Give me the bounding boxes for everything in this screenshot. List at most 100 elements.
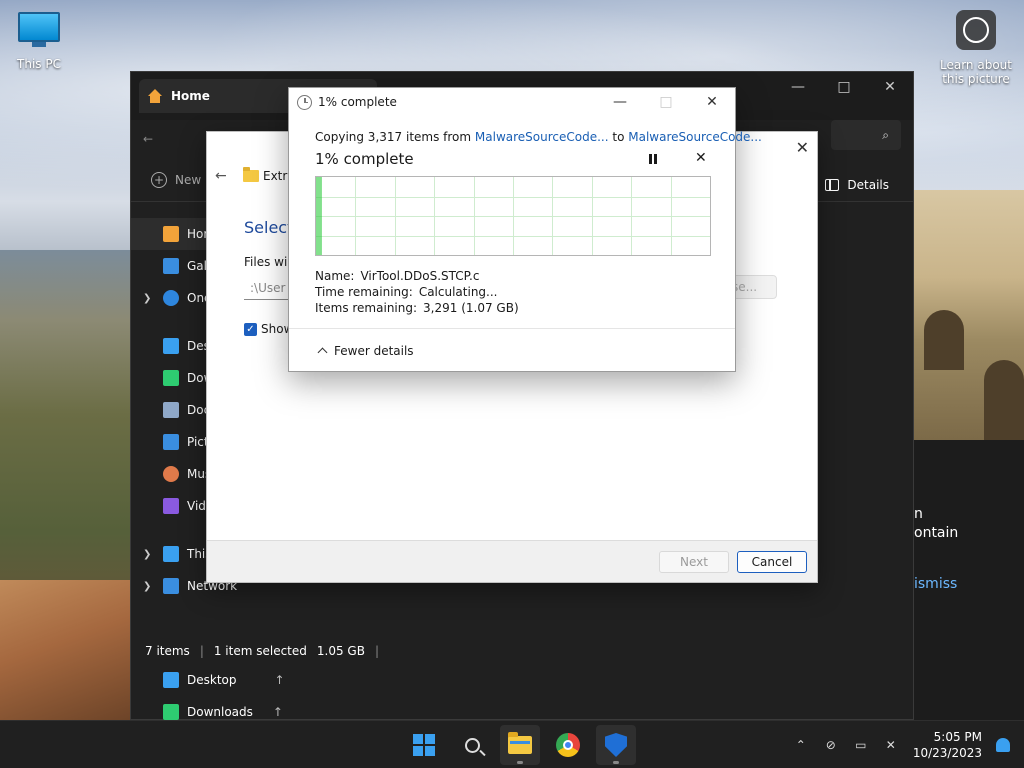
close-icon[interactable]: ✕ [796,138,809,157]
copying-to: to [608,130,629,144]
cancel-button[interactable]: Cancel [737,551,807,573]
copy-progress-dialog: 1% complete — □ ✕ Copying 3,317 items fr… [288,87,762,372]
quick-access-desktop[interactable]: Desktop ↑ [131,664,289,696]
details-pane-text: n [914,506,923,522]
status-size: 1.05 GB [316,644,365,658]
gallery-icon [163,258,179,274]
details-label: Details [847,178,889,192]
start-button[interactable] [404,725,444,765]
clock-icon [297,94,312,110]
show-files-checkbox[interactable]: ✓ Show [244,322,293,336]
download-icon [163,704,179,720]
explorer-quick-access: Desktop ↑ Downloads ↑ [131,664,289,728]
minimize-button[interactable]: — [775,72,821,102]
chevron-up-icon[interactable]: ⌃ [793,738,809,752]
wallpaper-cliff [0,580,130,720]
monitor-icon [18,12,60,42]
zip-folder-icon [243,167,259,182]
stop-button[interactable]: ✕ [695,150,707,166]
desktop-icon [163,338,179,354]
wizard-heading: Select [244,218,294,237]
home-icon [147,89,163,103]
taskbar-search-button[interactable] [452,725,492,765]
monitor-stand [32,42,46,47]
learn-label-line2: this picture [942,72,1010,86]
search-icon [464,737,480,753]
dismiss-link[interactable]: ismiss [914,576,957,592]
new-button[interactable]: New [175,173,201,187]
camera-lens [963,17,989,43]
taskbar-chrome[interactable] [548,725,588,765]
display-icon[interactable]: ▭ [853,738,869,752]
network-icon [163,578,179,594]
dialog-divider [289,328,735,329]
chevron-right-icon[interactable]: ❯ [143,293,151,304]
taskbar: ⌃ ⊘ ▭ ✕ 5:05 PM 10/23/2023 [0,720,1024,768]
chevron-up-icon [317,347,328,358]
copying-prefix: Copying 3,317 items from [315,130,475,144]
sidebar-item-label: Desktop [187,673,237,687]
pause-button[interactable] [649,154,659,164]
detail-row-name: Name: VirTool.DDoS.STCP.c [315,268,519,284]
desktop-icon-this-pc[interactable]: This PC [10,10,68,71]
wallpaper-arch [984,360,1024,440]
notification-bell-icon[interactable] [996,738,1010,752]
details-pane-text: ontain [914,525,959,541]
chevron-right-icon[interactable]: ❯ [143,549,151,560]
explorer-status-bar: 7 items | 1 item selected 1.05 GB | [131,639,913,663]
close-button[interactable]: ✕ [689,88,735,116]
progress-window-title: 1% complete [318,95,397,109]
explorer-window-controls: — □ ✕ [775,72,913,102]
taskbar-file-explorer[interactable] [500,725,540,765]
taskbar-clock[interactable]: 5:05 PM 10/23/2023 [913,729,982,761]
close-button[interactable]: ✕ [867,72,913,102]
minimize-button[interactable]: — [597,88,643,116]
details-pane-icon [825,179,840,191]
wallpaper-arch [924,310,964,370]
back-arrow-icon[interactable]: ← [143,132,153,146]
wallpaper-town [914,190,1024,440]
windows-logo-icon [413,734,435,756]
detail-label: Items remaining: [315,301,418,315]
taskbar-security[interactable] [596,725,636,765]
next-button[interactable]: Next [659,551,729,573]
detail-label: Time remaining: [315,285,413,299]
taskbar-apps [404,721,636,768]
plus-icon: + [151,171,167,188]
camera-icon [956,10,996,50]
progress-fill [316,177,322,255]
current-file-name: VirTool.DDoS.STCP.c [360,269,480,283]
copying-summary: Copying 3,317 items from MalwareSourceCo… [315,130,762,144]
percent-complete: 1% complete [315,150,414,168]
explorer-search-box[interactable]: ⌕ [831,120,901,150]
maximize-button[interactable]: □ [821,72,867,102]
clock-time: 5:05 PM [933,730,982,744]
source-folder-link[interactable]: MalwareSourceCode... [475,130,609,144]
destination-folder-link[interactable]: MalwareSourceCode... [628,130,762,144]
detail-label: Name: [315,269,355,283]
maximize-button: □ [659,94,673,110]
chrome-icon [556,733,580,757]
fewer-details-label: Fewer details [334,344,414,358]
desktop-icon-learn-about-picture[interactable]: Learn about this picture [938,10,1014,86]
desktop-icon-label: This PC [17,57,61,71]
wizard-footer: Next Cancel [207,540,817,582]
copy-details: Name: VirTool.DDoS.STCP.c Time remaining:… [315,268,519,316]
status-item-count: 7 items [145,644,190,658]
pin-icon: ↑ [274,673,285,687]
volume-muted-icon[interactable]: ✕ [883,738,899,752]
details-button[interactable]: Details [825,178,889,192]
transfer-speed-graph [315,176,711,256]
fewer-details-button[interactable]: Fewer details [317,344,414,358]
cloud-icon [163,290,179,306]
network-disconnected-icon[interactable]: ⊘ [823,738,839,752]
back-arrow-icon[interactable]: ← [215,168,227,184]
status-separator: | [199,644,204,658]
status-separator: | [374,644,380,658]
desktop-icon-label: Learn about this picture [938,58,1014,86]
chevron-right-icon[interactable]: ❯ [143,581,151,592]
progress-window-controls: — □ ✕ [597,88,735,116]
music-icon [163,466,179,482]
document-icon [163,402,179,418]
monitor-icon [163,546,179,562]
